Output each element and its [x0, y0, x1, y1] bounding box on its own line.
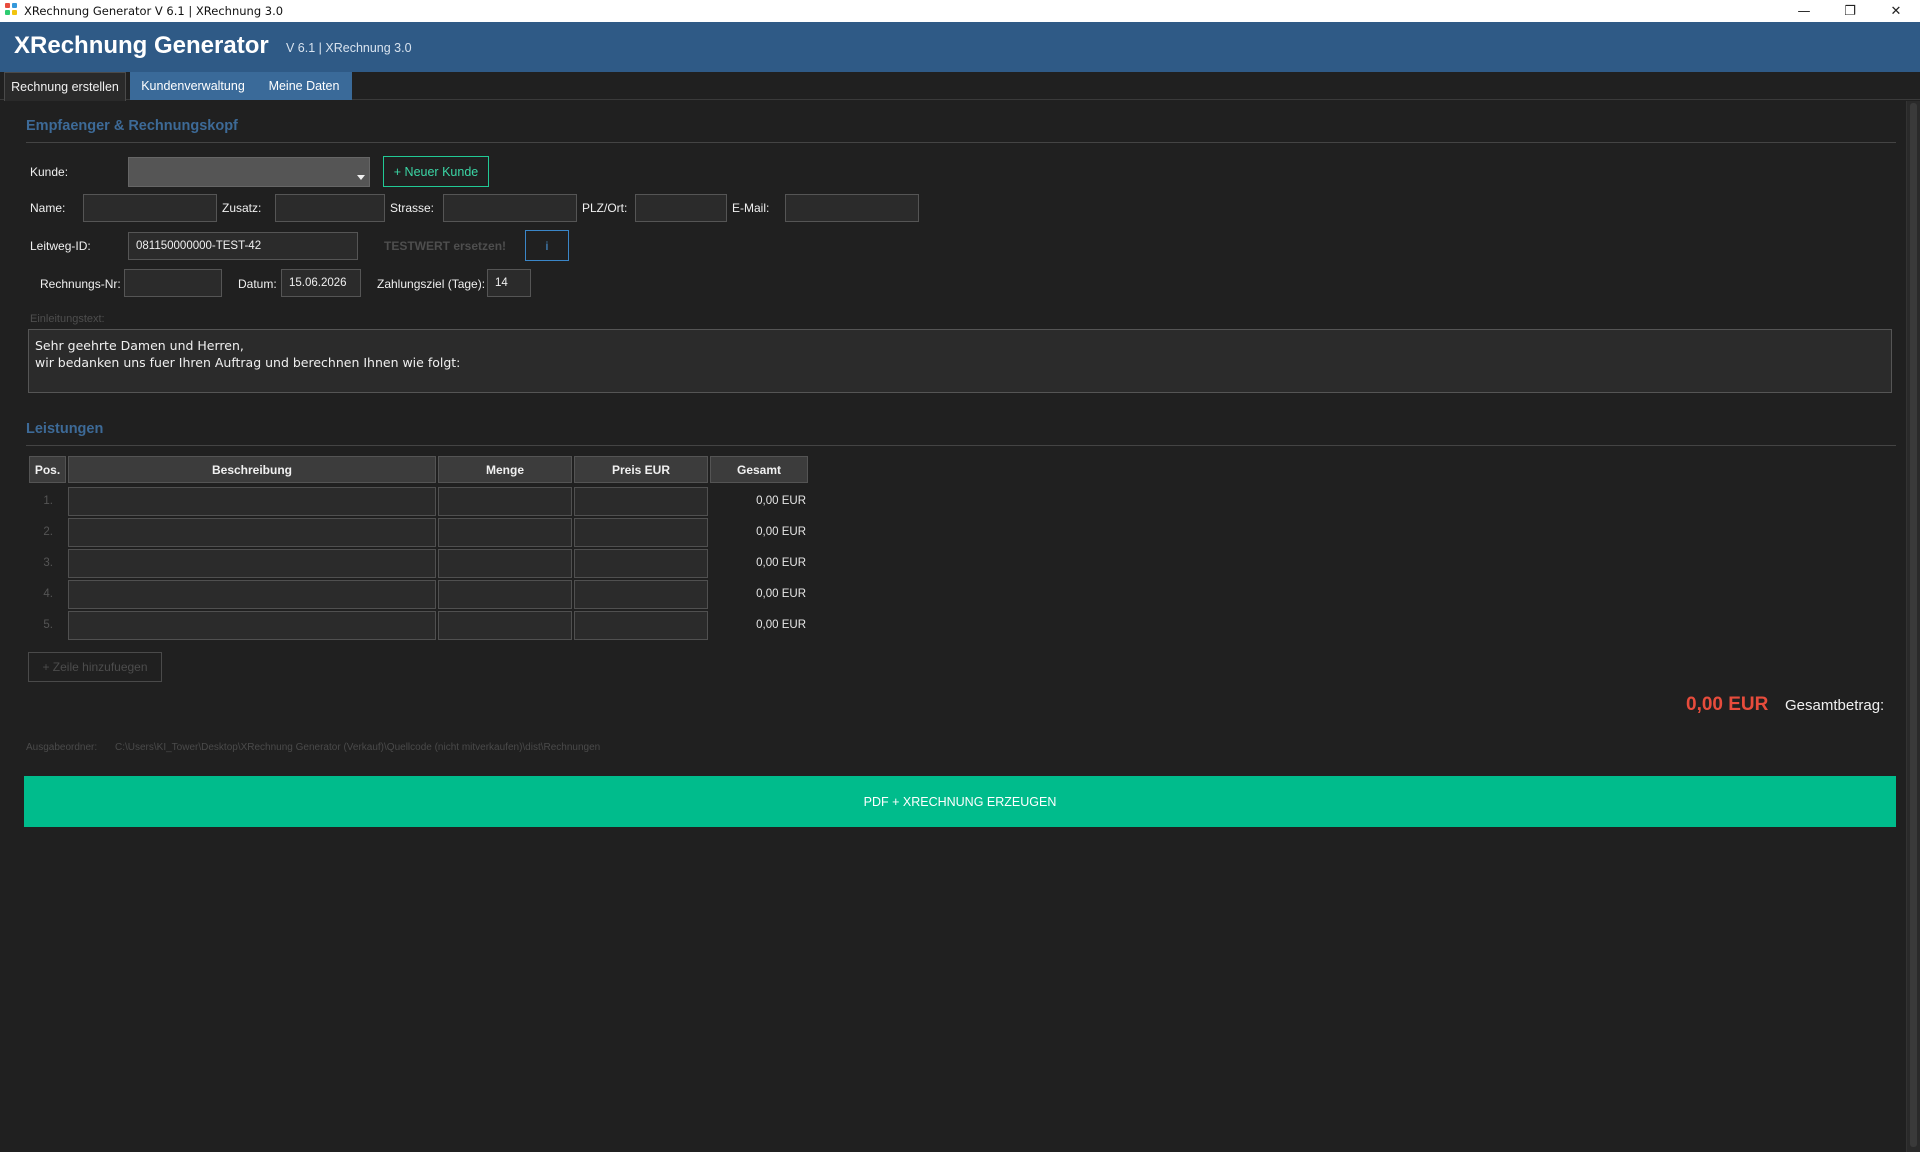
- row-gesamt: 0,00 EUR: [756, 495, 806, 507]
- rechnungsnr-label: Rechnungs-Nr:: [40, 277, 121, 291]
- row-pos: 2.: [43, 526, 53, 538]
- strasse-input[interactable]: [443, 194, 577, 222]
- datum-label: Datum:: [238, 277, 277, 291]
- zahlungsziel-label: Zahlungsziel (Tage):: [377, 277, 486, 291]
- menge-input[interactable]: [438, 487, 572, 516]
- output-folder-path: C:\Users\KI_Tower\Desktop\XRechnung Gene…: [115, 742, 601, 753]
- preis-input[interactable]: [574, 549, 708, 578]
- output-folder-label: Ausgabeordner:: [26, 742, 98, 753]
- plz-ort-label: PLZ/Ort:: [582, 201, 628, 215]
- leitweg-label: Leitweg-ID:: [30, 239, 91, 253]
- version-label: V 6.1 | XRechnung 3.0: [286, 41, 412, 55]
- zahlungsziel-input[interactable]: 14: [487, 269, 531, 297]
- table-row: 3. 0,00 EUR: [0, 549, 820, 580]
- tab-meine-daten[interactable]: Meine Daten: [256, 72, 352, 100]
- preis-input[interactable]: [574, 518, 708, 547]
- table-row: 4. 0,00 EUR: [0, 580, 820, 611]
- row-gesamt: 0,00 EUR: [756, 557, 806, 569]
- generate-pdf-xrechnung-button[interactable]: PDF + XRECHNUNG ERZEUGEN: [24, 776, 1896, 827]
- app-icon: [5, 3, 19, 18]
- tab-bar: Rechnung erstellen Kundenverwaltung Mein…: [0, 72, 1920, 101]
- section-divider: [26, 445, 1896, 446]
- close-button[interactable]: ✕: [1873, 0, 1919, 22]
- name-label: Name:: [30, 201, 66, 215]
- menge-input[interactable]: [438, 580, 572, 609]
- app-header: XRechnung Generator V 6.1 | XRechnung 3.…: [0, 22, 1920, 72]
- menge-input[interactable]: [438, 518, 572, 547]
- intro-textarea[interactable]: Sehr geehrte Damen und Herren, wir bedan…: [28, 329, 1892, 393]
- tab-rechnung-erstellen[interactable]: Rechnung erstellen: [4, 72, 126, 101]
- row-pos: 3.: [43, 557, 53, 569]
- preis-input[interactable]: [574, 580, 708, 609]
- beschreibung-input[interactable]: [68, 487, 436, 516]
- restore-button[interactable]: ❐: [1827, 0, 1873, 22]
- beschreibung-input[interactable]: [68, 518, 436, 547]
- row-pos: 1.: [43, 495, 53, 507]
- total-amount: 0,00 EUR: [1686, 694, 1769, 715]
- beschreibung-input[interactable]: [68, 549, 436, 578]
- table-row: 2. 0,00 EUR: [0, 518, 820, 549]
- intro-label: Einleitungstext:: [30, 313, 105, 325]
- scrollbar-thumb[interactable]: [1910, 103, 1917, 1147]
- row-gesamt: 0,00 EUR: [756, 619, 806, 631]
- col-header-pos: Pos.: [29, 456, 66, 483]
- table-row: 1. 0,00 EUR: [0, 487, 820, 518]
- info-button[interactable]: i: [525, 230, 569, 261]
- email-label: E-Mail:: [732, 201, 770, 215]
- col-header-gesamt: Gesamt: [710, 456, 808, 483]
- total-label: Gesamtbetrag:: [1785, 697, 1885, 714]
- row-gesamt: 0,00 EUR: [756, 526, 806, 538]
- section-title-services: Leistungen: [26, 421, 104, 437]
- window-title-bar: XRechnung Generator V 6.1 | XRechnung 3.…: [0, 0, 1920, 22]
- zusatz-input[interactable]: [275, 194, 385, 222]
- email-input[interactable]: [785, 194, 919, 222]
- tab-kundenverwaltung[interactable]: Kundenverwaltung: [130, 72, 256, 100]
- row-pos: 4.: [43, 588, 53, 600]
- kunde-select[interactable]: [128, 157, 370, 187]
- vertical-scrollbar[interactable]: [1906, 101, 1920, 1152]
- preis-input[interactable]: [574, 611, 708, 640]
- intro-line-2: wir bedanken uns fuer Ihren Auftrag und …: [35, 355, 461, 370]
- rechnungsnr-input[interactable]: [124, 269, 222, 297]
- beschreibung-input[interactable]: [68, 580, 436, 609]
- datum-input[interactable]: 15.06.2026: [281, 269, 361, 297]
- col-header-preis: Preis EUR: [574, 456, 708, 483]
- table-row: 5. 0,00 EUR: [0, 611, 820, 642]
- strasse-label: Strasse:: [390, 201, 435, 215]
- menge-input[interactable]: [438, 549, 572, 578]
- section-title-recipient: Empfaenger & Rechnungskopf: [26, 118, 238, 134]
- menge-input[interactable]: [438, 611, 572, 640]
- beschreibung-input[interactable]: [68, 611, 436, 640]
- leitweg-input[interactable]: 081150000000-TEST-42: [128, 232, 358, 260]
- name-input[interactable]: [83, 194, 217, 222]
- minimize-button[interactable]: —: [1781, 0, 1827, 22]
- col-header-beschreibung: Beschreibung: [68, 456, 436, 483]
- testwert-hint: TESTWERT ersetzen!: [384, 239, 507, 253]
- chevron-down-icon: [357, 175, 365, 180]
- add-row-button[interactable]: + Zeile hinzufuegen: [28, 652, 162, 682]
- app-title: XRechnung Generator: [14, 32, 269, 59]
- window-title: XRechnung Generator V 6.1 | XRechnung 3.…: [24, 4, 284, 18]
- kunde-label: Kunde:: [30, 165, 69, 179]
- row-pos: 5.: [43, 619, 53, 631]
- new-customer-button[interactable]: + Neuer Kunde: [383, 156, 489, 187]
- intro-line-1: Sehr geehrte Damen und Herren,: [35, 338, 244, 353]
- section-divider: [26, 142, 1896, 143]
- zusatz-label: Zusatz:: [222, 201, 262, 215]
- col-header-menge: Menge: [438, 456, 572, 483]
- plz-ort-input[interactable]: [635, 194, 727, 222]
- row-gesamt: 0,00 EUR: [756, 588, 806, 600]
- preis-input[interactable]: [574, 487, 708, 516]
